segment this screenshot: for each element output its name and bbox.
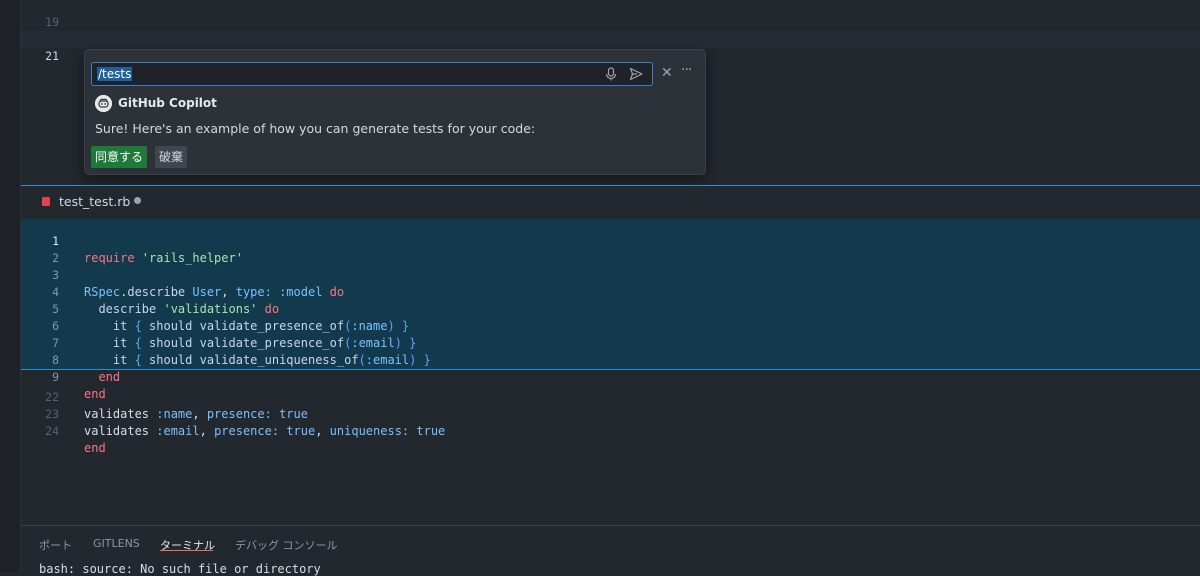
line-number: 21 xyxy=(45,49,59,63)
bottom-panel: ポート GITLENS ターミナル デバッグ コンソール bash: sourc… xyxy=(21,525,1200,576)
diff-code-line[interactable]: 5 it { should validate_presence_of(:name… xyxy=(21,284,1200,333)
code-token: validates xyxy=(84,424,157,438)
diff-code-line[interactable]: 9 end xyxy=(21,352,1200,401)
chat-prompt-input[interactable]: /tests xyxy=(91,62,653,86)
activity-bar xyxy=(0,0,21,572)
code-text: validates :email, presence: true, unique… xyxy=(84,423,445,440)
discard-button[interactable]: 破棄 xyxy=(155,146,188,168)
tab-gitlens[interactable]: GITLENS xyxy=(93,537,140,550)
diff-code-line[interactable]: 6 it { should validate_presence_of(:emai… xyxy=(21,301,1200,350)
close-icon[interactable]: ✕ xyxy=(661,66,673,80)
tab-debug-console[interactable]: デバッグ コンソール xyxy=(235,537,338,553)
ruby-file-icon xyxy=(42,197,50,206)
code-token: uniqueness: xyxy=(329,424,410,438)
current-code-line[interactable]: 21 class User < ActiveRecord::Base xyxy=(21,31,1200,80)
tab-ports[interactable]: ポート xyxy=(39,537,72,553)
diff-code-line[interactable]: 7 it { should validate_uniqueness_of(:em… xyxy=(21,318,1200,367)
send-icon[interactable] xyxy=(629,67,643,84)
code-token: , xyxy=(199,424,215,438)
inline-chat-widget: /tests ✕ ··· GitHub Copilot Sure! Here's… xyxy=(84,49,706,175)
chat-prompt-value: /tests xyxy=(97,67,133,81)
code-editor[interactable]: 19 20 21 class User < ActiveRecord::Base… xyxy=(21,0,1200,525)
diff-zone-bottom-border xyxy=(21,369,1200,370)
diff-code-line[interactable]: 3 RSpec.describe User, type: :model do xyxy=(21,250,1200,299)
code-token: :email xyxy=(156,424,200,438)
code-line[interactable]: 23 validates :email, presence: true, uni… xyxy=(21,389,1200,438)
code-token: , xyxy=(315,424,330,438)
diff-file-header[interactable]: test_test.rb xyxy=(21,186,1200,219)
code-text: end xyxy=(84,440,106,457)
chat-message: Sure! Here's an example of how you can g… xyxy=(95,121,536,136)
accept-button[interactable]: 同意する xyxy=(91,146,148,168)
unsaved-dot-icon xyxy=(134,197,141,204)
code-token: true xyxy=(279,424,316,438)
active-tab-indicator xyxy=(160,550,213,551)
chat-author-name: GitHub Copilot xyxy=(118,96,217,110)
code-line[interactable]: 19 xyxy=(21,0,1200,29)
code-line[interactable]: 24 end xyxy=(21,406,1200,455)
code-line[interactable]: 22 validates :name, presence: true xyxy=(21,372,1200,421)
line-number: 24 xyxy=(45,424,59,438)
code-token: true xyxy=(409,424,446,438)
code-token: presence: xyxy=(214,424,280,438)
diff-code-line[interactable]: 4 describe 'validations' do xyxy=(21,267,1200,316)
diff-file-name: test_test.rb xyxy=(59,194,131,209)
microphone-icon[interactable] xyxy=(605,67,617,84)
copilot-avatar-icon xyxy=(95,95,112,112)
terminal-output-line[interactable]: bash: source: No such file or directory xyxy=(39,562,321,576)
code-token: end xyxy=(84,441,106,455)
diff-code-line[interactable]: 2 xyxy=(21,233,1200,265)
more-actions-icon[interactable]: ··· xyxy=(681,63,692,77)
diff-code-line[interactable]: 8 end xyxy=(21,335,1200,384)
code-line[interactable]: 20 xyxy=(21,14,1200,46)
diff-code-line[interactable]: 1 require 'rails_helper' xyxy=(21,216,1200,265)
diff-code-area[interactable]: 1 require 'rails_helper' 2 3 RSpec.descr… xyxy=(21,216,1200,401)
